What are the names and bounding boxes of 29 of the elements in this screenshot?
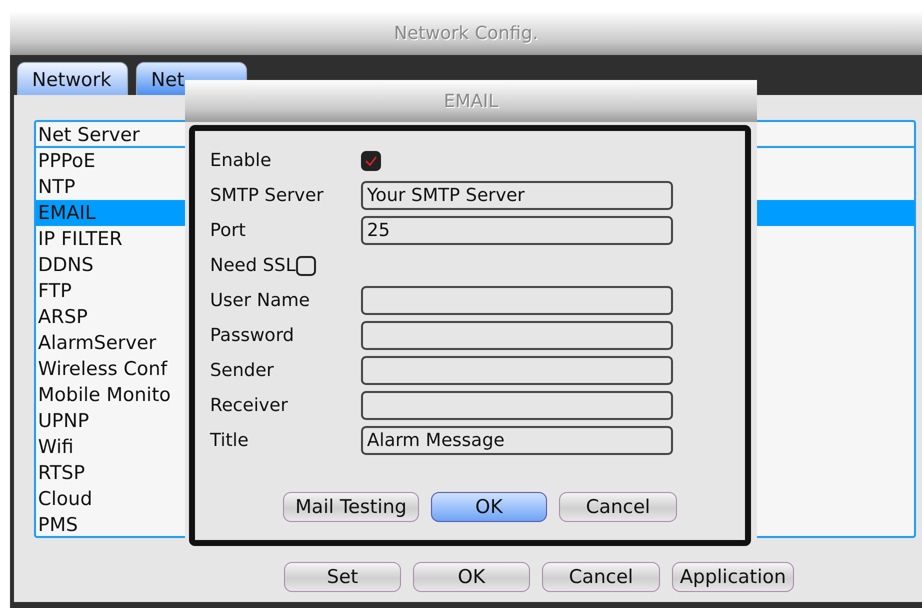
check-icon: [364, 154, 378, 166]
input-field[interactable]: [361, 321, 673, 350]
field-label: Password: [210, 324, 296, 348]
dialog-title: EMAIL: [185, 80, 757, 122]
field-label: Port: [210, 219, 247, 243]
input-field[interactable]: 25: [361, 216, 673, 245]
field-label: Enable: [210, 149, 272, 173]
input-field[interactable]: Alarm Message: [361, 426, 673, 455]
field-label: Need SSL: [210, 254, 296, 278]
window-title: Network Config.: [10, 12, 922, 55]
button[interactable]: Set: [284, 562, 401, 592]
input-field[interactable]: Your SMTP Server: [361, 181, 673, 210]
tab[interactable]: Network: [17, 62, 128, 95]
button[interactable]: OK: [413, 562, 530, 592]
button[interactable]: Cancel: [542, 562, 660, 592]
button[interactable]: Application: [672, 562, 794, 592]
input-field[interactable]: [361, 356, 673, 385]
field-label: Receiver: [210, 394, 289, 418]
field-label: Title: [210, 429, 250, 453]
field-label: SMTP Server: [210, 184, 325, 208]
checkbox[interactable]: [361, 150, 381, 170]
field-label: Sender: [210, 359, 275, 383]
field-label: User Name: [210, 289, 311, 313]
button[interactable]: Cancel: [559, 492, 677, 522]
input-field[interactable]: [361, 286, 673, 315]
button[interactable]: Mail Testing: [283, 492, 419, 522]
button[interactable]: OK: [431, 492, 547, 522]
checkbox[interactable]: [296, 256, 316, 276]
input-field[interactable]: [361, 391, 673, 420]
